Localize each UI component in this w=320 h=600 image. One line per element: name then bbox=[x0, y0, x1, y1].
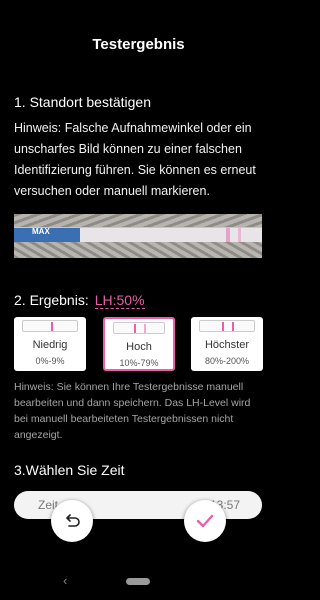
strip-preview-line bbox=[51, 322, 53, 331]
level-option-label: Niedrig bbox=[32, 339, 68, 351]
section-result-heading: 2. Ergebnis: LH:50% bbox=[14, 292, 145, 309]
strip-preview bbox=[199, 320, 255, 332]
strip-preview bbox=[113, 322, 165, 334]
level-option-low[interactable]: Niedrig 0%-9% bbox=[14, 317, 86, 371]
level-option-range: 0%-9% bbox=[35, 356, 65, 366]
confirm-button[interactable] bbox=[184, 500, 226, 542]
result-level-options: Niedrig 0%-9% Hoch 10%-79% Höchster 80%-… bbox=[14, 317, 264, 373]
result-heading-label: 2. Ergebnis: bbox=[14, 292, 89, 308]
nav-back-icon[interactable]: ‹ bbox=[63, 573, 67, 588]
undo-button[interactable] bbox=[51, 500, 93, 542]
page-title: Testergebnis bbox=[92, 36, 185, 53]
level-option-range: 10%-79% bbox=[119, 358, 159, 368]
undo-icon bbox=[66, 514, 80, 527]
system-nav-bar: ‹ bbox=[0, 568, 277, 592]
strip-preview bbox=[22, 320, 78, 332]
strip-control-line bbox=[226, 228, 230, 242]
nav-home-pill[interactable] bbox=[126, 578, 150, 585]
strip-test-line bbox=[238, 228, 241, 242]
section-time-heading: 3.Wählen Sie Zeit bbox=[14, 462, 125, 478]
checkmark-icon bbox=[196, 514, 214, 528]
section-confirm-location-heading: 1. Standort bestätigen bbox=[14, 94, 151, 110]
manual-edit-hint-text: Hinweis: Sie können Ihre Testergebnisse … bbox=[14, 381, 251, 441]
strip-preview-line bbox=[222, 322, 224, 331]
strip-background-top bbox=[14, 214, 262, 227]
level-option-highest[interactable]: Höchster 80%-200% bbox=[191, 317, 263, 371]
test-strip-image[interactable]: MAX bbox=[14, 214, 262, 258]
strip-preview-line bbox=[232, 322, 234, 331]
strip-background-bottom bbox=[14, 242, 262, 258]
location-hint-text: Hinweis: Falsche Aufnahmewinkel oder ein… bbox=[14, 121, 256, 198]
level-option-range: 80%-200% bbox=[204, 356, 250, 366]
strip-brand-text: MAX bbox=[32, 227, 50, 236]
strip-handle: MAX bbox=[14, 228, 80, 242]
level-option-high[interactable]: Hoch 10%-79% bbox=[103, 317, 175, 371]
level-option-label: Hoch bbox=[126, 341, 152, 353]
lh-result-value[interactable]: LH:50% bbox=[94, 292, 145, 309]
level-option-label: Höchster bbox=[204, 339, 250, 351]
strip-preview-line bbox=[144, 324, 146, 333]
strip-preview-line bbox=[134, 324, 136, 333]
